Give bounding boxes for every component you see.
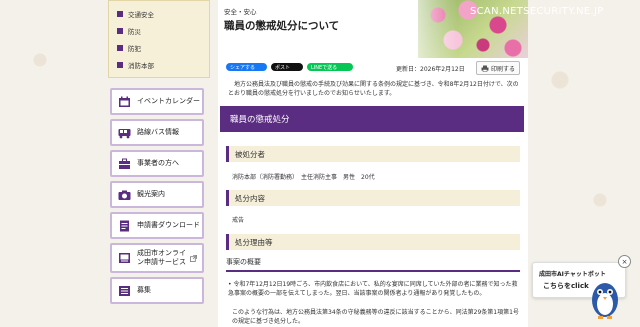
main-content: 安全・安心 職員の懲戒処分について シェアする ポスト LINEで送る 更新日：… [218,0,528,327]
facebook-share-button[interactable]: シェアする [226,63,267,71]
online-icon [119,253,130,263]
subnav-item-traffic[interactable]: 交通安全 [117,5,203,22]
heading-subject: 被処分者 [226,146,520,162]
square-bullet-icon [117,61,123,68]
watermark: SCAN.NETSECURITY.NE.JP [470,6,604,17]
bus-icon [118,128,131,138]
summary-paragraph: このような行為は、地方公務員法第34条の守秘義務等の違反に該当することから、同法… [232,309,519,325]
square-bullet-icon [117,27,123,34]
page-title: 職員の懲戒処分について [224,20,340,32]
heading-reason: 処分理由等 [226,234,520,250]
heading-summary: 事案の概要 [226,257,520,272]
menu-business[interactable]: 事業者の方へ [110,150,204,177]
chatbot-cta: こちらをclick [543,282,589,290]
summary-bullet: • 令和7年12月12日19時ごろ、市内飲食店において、私的な宴席に同席していた… [228,281,518,297]
action-text: 戒告 [232,217,245,224]
menu-sightseeing[interactable]: 観光案内 [110,181,204,208]
menu-form-download[interactable]: 申請書ダウンロード [110,212,204,239]
share-buttons: シェアする ポスト LINEで送る [226,63,353,71]
subnav-item-fire[interactable]: 消防本部 [117,56,203,73]
menu-online-application[interactable]: 成田市オンライン申請サービス [110,243,204,273]
square-bullet-icon [117,44,123,51]
heading-action: 処分内容 [226,190,520,206]
printer-icon [481,65,489,72]
sub-navigation: 交通安全 防災 防犯 消防本部 [108,0,210,78]
external-link-icon [190,254,197,262]
calendar-icon [119,96,130,107]
chatbot-mascot-icon[interactable] [588,276,622,320]
category-label: 安全・安心 [224,8,257,16]
quick-menu: イベントカレンダー 路線バス情報 事業者の方へ 観光案内 申請書ダウンロード 成… [110,88,204,308]
recruit-icon [119,285,130,296]
camera-icon [118,190,131,200]
square-bullet-icon [117,10,123,17]
x-post-button[interactable]: ポスト [271,63,303,71]
subnav-item-crime[interactable]: 防犯 [117,39,203,56]
menu-bus-info[interactable]: 路線バス情報 [110,119,204,146]
subject-text: 消防本部（消防署勤務） 主任消防主事 男性 20代 [232,174,375,181]
business-icon [119,158,130,169]
line-share-button[interactable]: LINEで送る [307,63,353,71]
chatbot-close-button[interactable]: × [618,255,631,268]
section-heading: 職員の懲戒処分 [220,106,524,132]
document-icon [120,220,129,231]
updated-date: 更新日：2026年2月12日 [396,66,465,73]
print-button[interactable]: 印刷する [476,61,520,75]
menu-recruitment[interactable]: 募集 [110,277,204,304]
menu-event-calendar[interactable]: イベントカレンダー [110,88,204,115]
subnav-item-disaster[interactable]: 防災 [117,22,203,39]
intro-text: 地方公務員法及び職員の懲戒の手続及び効果に関する条例の規定に基づき、令和8年2月… [228,81,519,97]
